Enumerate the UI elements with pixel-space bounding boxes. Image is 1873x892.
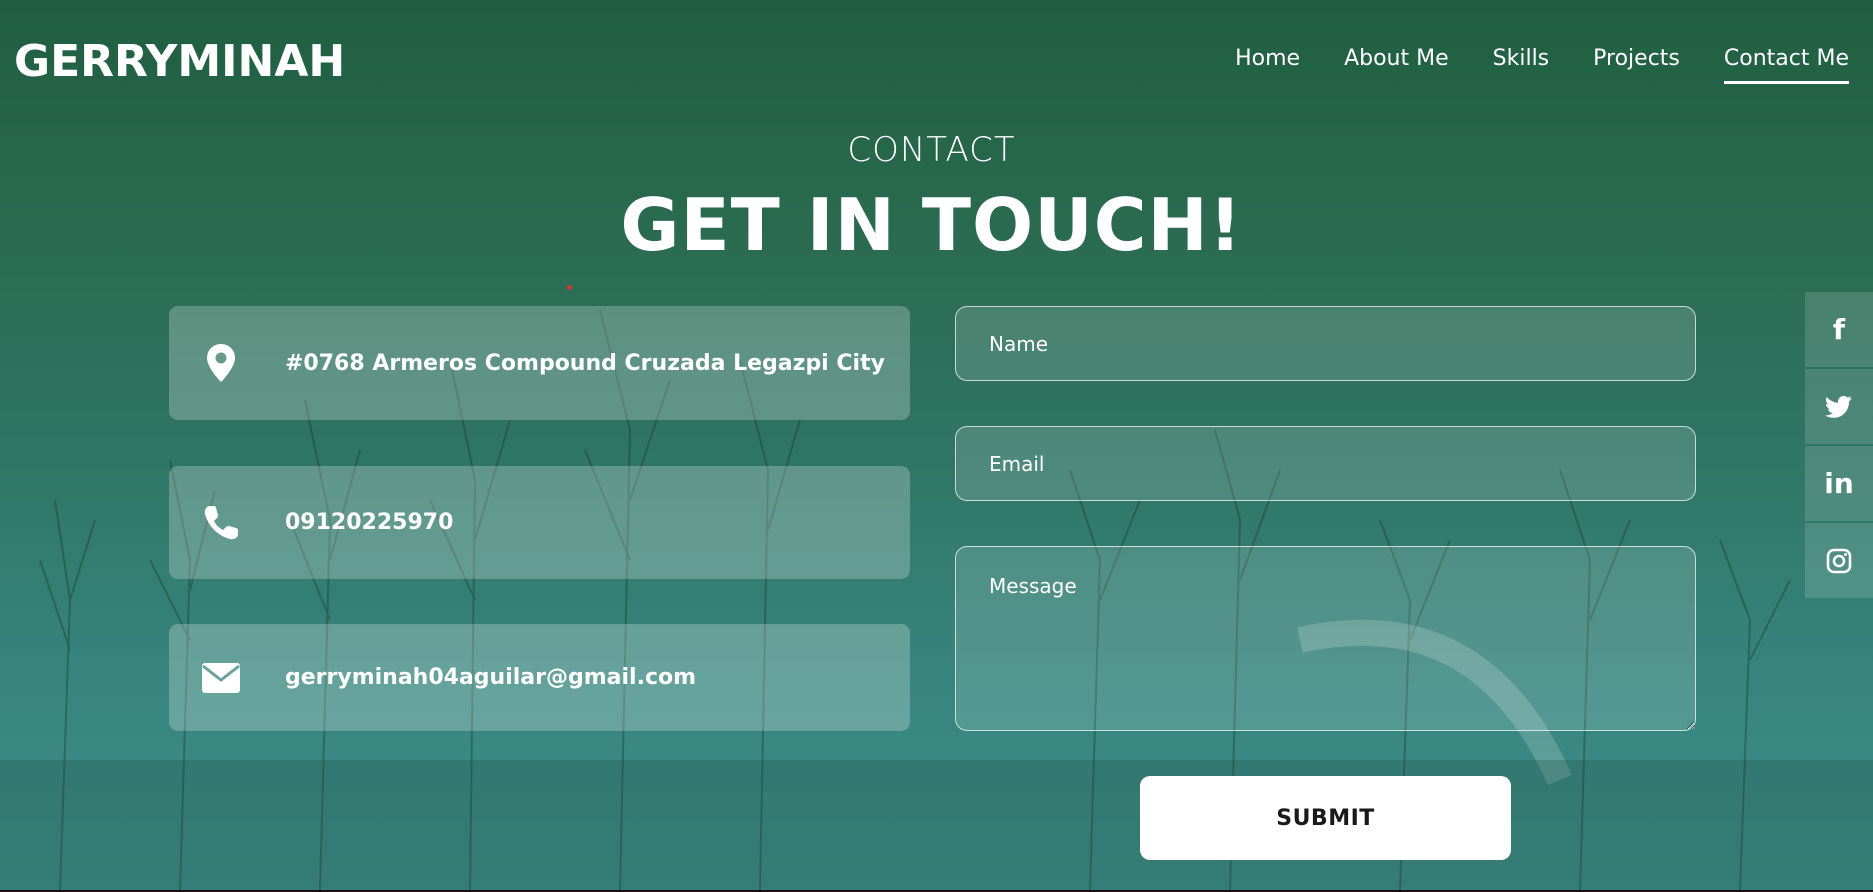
nav-projects[interactable]: Projects bbox=[1593, 46, 1680, 84]
phone-card: 09120225970 bbox=[169, 466, 910, 579]
envelope-icon bbox=[197, 654, 245, 702]
linkedin-button[interactable]: in bbox=[1805, 446, 1873, 521]
nav-skills[interactable]: Skills bbox=[1493, 46, 1550, 84]
facebook-button[interactable]: f bbox=[1805, 292, 1873, 367]
phone-icon bbox=[197, 499, 245, 547]
contact-page: GERRYMINAH Home About Me Skills Projects… bbox=[0, 0, 1873, 892]
facebook-icon: f bbox=[1832, 313, 1846, 346]
email-card: gerryminah04aguilar@gmail.com bbox=[169, 624, 910, 731]
linkedin-icon: in bbox=[1824, 467, 1854, 500]
nav-contact-me[interactable]: Contact Me bbox=[1723, 46, 1849, 84]
message-textarea[interactable] bbox=[955, 546, 1696, 731]
site-logo[interactable]: GERRYMINAH bbox=[14, 36, 345, 87]
phone-text: 09120225970 bbox=[285, 510, 454, 535]
section-title: GET IN TOUCH! bbox=[620, 183, 1243, 267]
address-text: #0768 Armeros Compound Cruzada Legazpi C… bbox=[285, 350, 885, 376]
map-pin-icon bbox=[197, 339, 245, 387]
instagram-button[interactable] bbox=[1805, 523, 1873, 598]
nav-about-me[interactable]: About Me bbox=[1344, 46, 1449, 84]
main-nav: Home About Me Skills Projects Contact Me bbox=[1191, 46, 1849, 84]
email-input[interactable] bbox=[955, 426, 1696, 501]
section-eyebrow: CONTACT bbox=[847, 130, 1016, 170]
name-input[interactable] bbox=[955, 306, 1696, 381]
instagram-icon bbox=[1826, 548, 1852, 573]
twitter-button[interactable] bbox=[1805, 369, 1873, 444]
twitter-icon bbox=[1825, 395, 1852, 418]
address-card: #0768 Armeros Compound Cruzada Legazpi C… bbox=[169, 306, 910, 420]
email-text: gerryminah04aguilar@gmail.com bbox=[285, 665, 697, 690]
submit-button[interactable]: SUBMIT bbox=[1140, 776, 1511, 860]
hero-background: GERRYMINAH Home About Me Skills Projects… bbox=[0, 0, 1873, 890]
cursor-dot bbox=[567, 285, 572, 290]
nav-home[interactable]: Home bbox=[1235, 46, 1300, 84]
social-sidebar: f in bbox=[1805, 292, 1873, 600]
